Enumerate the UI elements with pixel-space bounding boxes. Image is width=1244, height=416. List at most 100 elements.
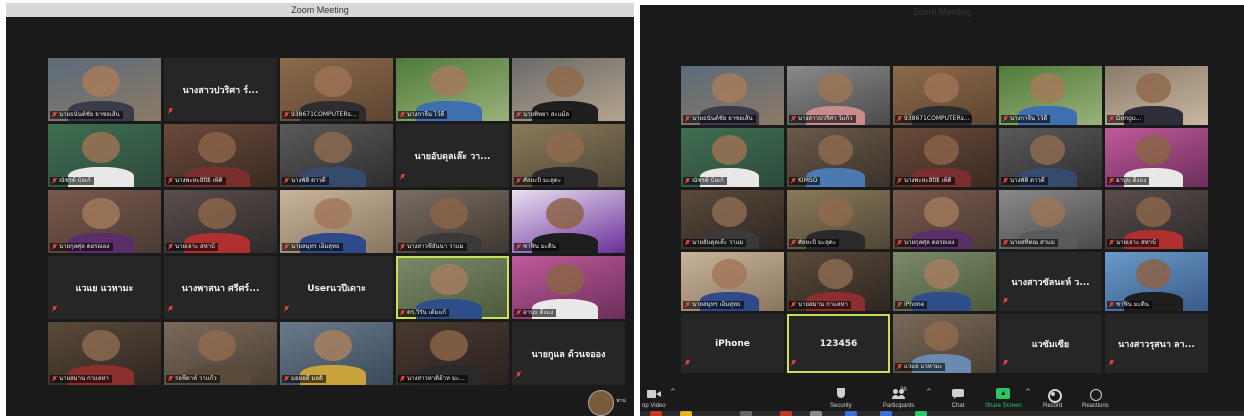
- taskbar-app-icon[interactable]: [780, 411, 792, 416]
- taskbar-app-icon[interactable]: [915, 411, 927, 416]
- participant-tile[interactable]: นายกุลศุล ดอรอเผง: [893, 190, 996, 249]
- participant-tile[interactable]: นางสาวปวริศา ว์แก้ว: [787, 66, 890, 125]
- participant-tile[interactable]: นายกูแล ด้วนจออง: [512, 322, 625, 385]
- participant-tile[interactable]: นางสาวหาติฮ้าห มะ...: [396, 322, 509, 385]
- participant-tile[interactable]: Dongu...: [1105, 66, 1208, 125]
- muted-mic-icon: [284, 376, 289, 382]
- self-view-avatar[interactable]: [588, 390, 614, 416]
- participant-name-tag: ณัชรด้ บ้อเก้: [50, 177, 94, 185]
- participant-tile[interactable]: นายสมุทร เอ็มสุทธ: [681, 252, 784, 311]
- participant-tile[interactable]: นายธนันต์ชัย ยาซอเส้น: [48, 58, 161, 121]
- participant-tile[interactable]: 938671COMPUTERs...: [893, 66, 996, 125]
- participants-label: Participants: [883, 403, 915, 409]
- taskbar-app-icon[interactable]: [740, 411, 752, 416]
- participant-name: Dongu...: [1116, 115, 1142, 122]
- muted-mic-icon: [516, 178, 521, 184]
- muted-mic-icon: [1109, 302, 1114, 308]
- participant-name-tag: นางสาวซีฮันนา วาแม: [398, 243, 467, 251]
- participant-tile[interactable]: นายอับดุลเล๊ะ วาแม: [681, 190, 784, 249]
- participant-name: ณัชรด้ บ้อเก้: [59, 177, 91, 184]
- participant-tile[interactable]: นายสมุทร เอ็มสุทธ: [280, 190, 393, 253]
- muted-mic-icon: [1109, 360, 1114, 366]
- participant-name: ดร.วิรัน เต้มแก้: [407, 309, 447, 316]
- participant-tile[interactable]: ศัลยะบิ มะลุดะ: [512, 124, 625, 187]
- participant-tile[interactable]: ซาฟิน มะดิน: [512, 190, 625, 253]
- participant-tile[interactable]: นางพัติ ดาวดี: [999, 128, 1102, 187]
- participant-name: นายสมาน กาแลหา: [798, 301, 848, 308]
- participant-tile[interactable]: นายพิทยา สะแม้ล: [512, 58, 625, 121]
- participant-tile[interactable]: แวแย แวหามะ: [48, 256, 161, 319]
- participant-tile[interactable]: นายสหิตณ สาแม: [999, 190, 1102, 249]
- participant-tile[interactable]: รอซีดาห์ วาแก้ว: [164, 322, 277, 385]
- participant-name-tag: นายธนันต์ชัย ยาซอเส้น: [683, 115, 756, 123]
- participant-tile[interactable]: นางสาวปวริศา ร์...: [164, 58, 277, 121]
- participant-name-tag: นายธนันต์ชัย ยาซอเส้น: [50, 111, 123, 119]
- participant-name: 938671COMPUTERs...: [904, 115, 970, 122]
- participant-tile[interactable]: อาบุบ ตีงแง: [1105, 128, 1208, 187]
- participant-tile[interactable]: ณัชรด้ บ้อเก้: [681, 128, 784, 187]
- participant-tile[interactable]: Userแวปีเดาะ: [280, 256, 393, 319]
- participant-tile[interactable]: นางสาวซัลนะห์ ว...: [999, 252, 1102, 311]
- participant-tile[interactable]: นางพะหะอิปิยิ เพ็ดิ: [164, 124, 277, 187]
- participant-name: นายธนันต์ชัย ยาซอเส้น: [59, 111, 120, 118]
- muted-mic-icon: [685, 116, 690, 122]
- active-speaker-tile[interactable]: ดร.วิรัน เต้มแก้: [396, 256, 509, 319]
- participant-tile[interactable]: แวซัมเซีย: [999, 314, 1102, 373]
- taskbar-app-icon[interactable]: [880, 411, 892, 416]
- participant-name: นายธนันต์ชัย ยาซอเส้น: [692, 115, 753, 122]
- participant-tile[interactable]: มอยอดี มอดิ: [280, 322, 393, 385]
- participant-tile[interactable]: นายสมาน กาแลหา: [48, 322, 161, 385]
- participant-tile[interactable]: นายสมาน กาแลหา: [787, 252, 890, 311]
- participant-tile[interactable]: นายอับดุลเล๊ะ วา...: [396, 124, 509, 187]
- shield-icon: [834, 388, 848, 400]
- participant-tile[interactable]: แวแย แวหามะ: [893, 314, 996, 373]
- participant-tile[interactable]: นางสาวรุสนา ลา...: [1105, 314, 1208, 373]
- participant-tile[interactable]: นางพัติ ดาวดี: [280, 124, 393, 187]
- muted-mic-icon: [284, 178, 289, 184]
- participant-name-tag: รอซีดาห์ วาแก้ว: [166, 375, 220, 383]
- muted-mic-icon: [52, 244, 57, 250]
- participant-name-center: นางสาวรุสนา ลา...: [1118, 339, 1195, 350]
- share-caret-icon[interactable]: ^: [1025, 388, 1031, 396]
- muted-mic-icon: [400, 112, 405, 118]
- participant-tile[interactable]: ศัลยะบิ มะลุดะ: [787, 190, 890, 249]
- participant-name-tag: นางพัติ ดาวดี: [282, 177, 329, 185]
- taskbar-app-icon[interactable]: [845, 411, 857, 416]
- participant-tile[interactable]: KIMSO: [787, 128, 890, 187]
- participant-tile[interactable]: นายเจาะ สหาบ้: [164, 190, 277, 253]
- participant-name: นางพะหะอิปิยิ เพ็ดิ: [175, 177, 223, 184]
- taskbar-app-icon[interactable]: [680, 411, 692, 416]
- participant-tile[interactable]: นางสาวซีฮันนา วาแม: [396, 190, 509, 253]
- muted-mic-icon: [1109, 116, 1114, 122]
- participant-tile[interactable]: นายเจาะ สหาบ้: [1105, 190, 1208, 249]
- participant-tile[interactable]: อาบุบ ตีงแง: [512, 256, 625, 319]
- taskbar-app-icon[interactable]: [650, 411, 662, 416]
- participant-tile[interactable]: นายธนันต์ชัย ยาซอเส้น: [681, 66, 784, 125]
- participant-tile[interactable]: 938671COMPUTERs...: [280, 58, 393, 121]
- participant-tile[interactable]: iPhone: [893, 252, 996, 311]
- participant-name-tag: นายอับดุลเล๊ะ วาแม: [683, 239, 747, 247]
- video-grid: นายธนันต์ชัย ยาซอเส้น นางสาวปวริศา ร์... 9…: [48, 58, 625, 385]
- participant-tile[interactable]: นางกาจีน ไว้ดี: [396, 58, 509, 121]
- participant-tile[interactable]: นางพะหะอิปิยิ เพ็ดิ: [893, 128, 996, 187]
- video-options-caret-icon[interactable]: ^: [670, 388, 676, 396]
- active-speaker-tile[interactable]: 123456: [787, 314, 890, 373]
- participant-tile[interactable]: ณัชรด้ บ้อเก้: [48, 124, 161, 187]
- participant-tile[interactable]: นายกุลศุล ดอรอเผง: [48, 190, 161, 253]
- participant-name-tag: ดร.วิรัน เต้มแก้: [398, 309, 450, 317]
- muted-mic-icon: [897, 240, 902, 246]
- participant-name-tag: นางกาจีน ไว้ดี: [398, 111, 448, 119]
- reactions-label: Reactions: [1082, 403, 1109, 409]
- participants-caret-icon[interactable]: ^: [926, 388, 932, 396]
- participant-name-tag: นางพะหะอิปิยิ เพ็ดิ: [166, 177, 226, 185]
- taskbar-app-icon[interactable]: [810, 411, 822, 416]
- muted-mic-icon: [1003, 360, 1008, 366]
- participant-tile[interactable]: iPhone: [681, 314, 784, 373]
- participant-name-tag: ณัชรด้ บ้อเก้: [683, 177, 727, 185]
- participant-tile[interactable]: นางพาสนา ศรีศร์...: [164, 256, 277, 319]
- muted-mic-icon: [168, 244, 173, 250]
- participant-tile[interactable]: นางกาจีน ไว้ดี: [999, 66, 1102, 125]
- muted-mic-icon: [1003, 116, 1008, 122]
- muted-mic-icon: [897, 178, 902, 184]
- participant-tile[interactable]: ซาฟิน มะดิน: [1105, 252, 1208, 311]
